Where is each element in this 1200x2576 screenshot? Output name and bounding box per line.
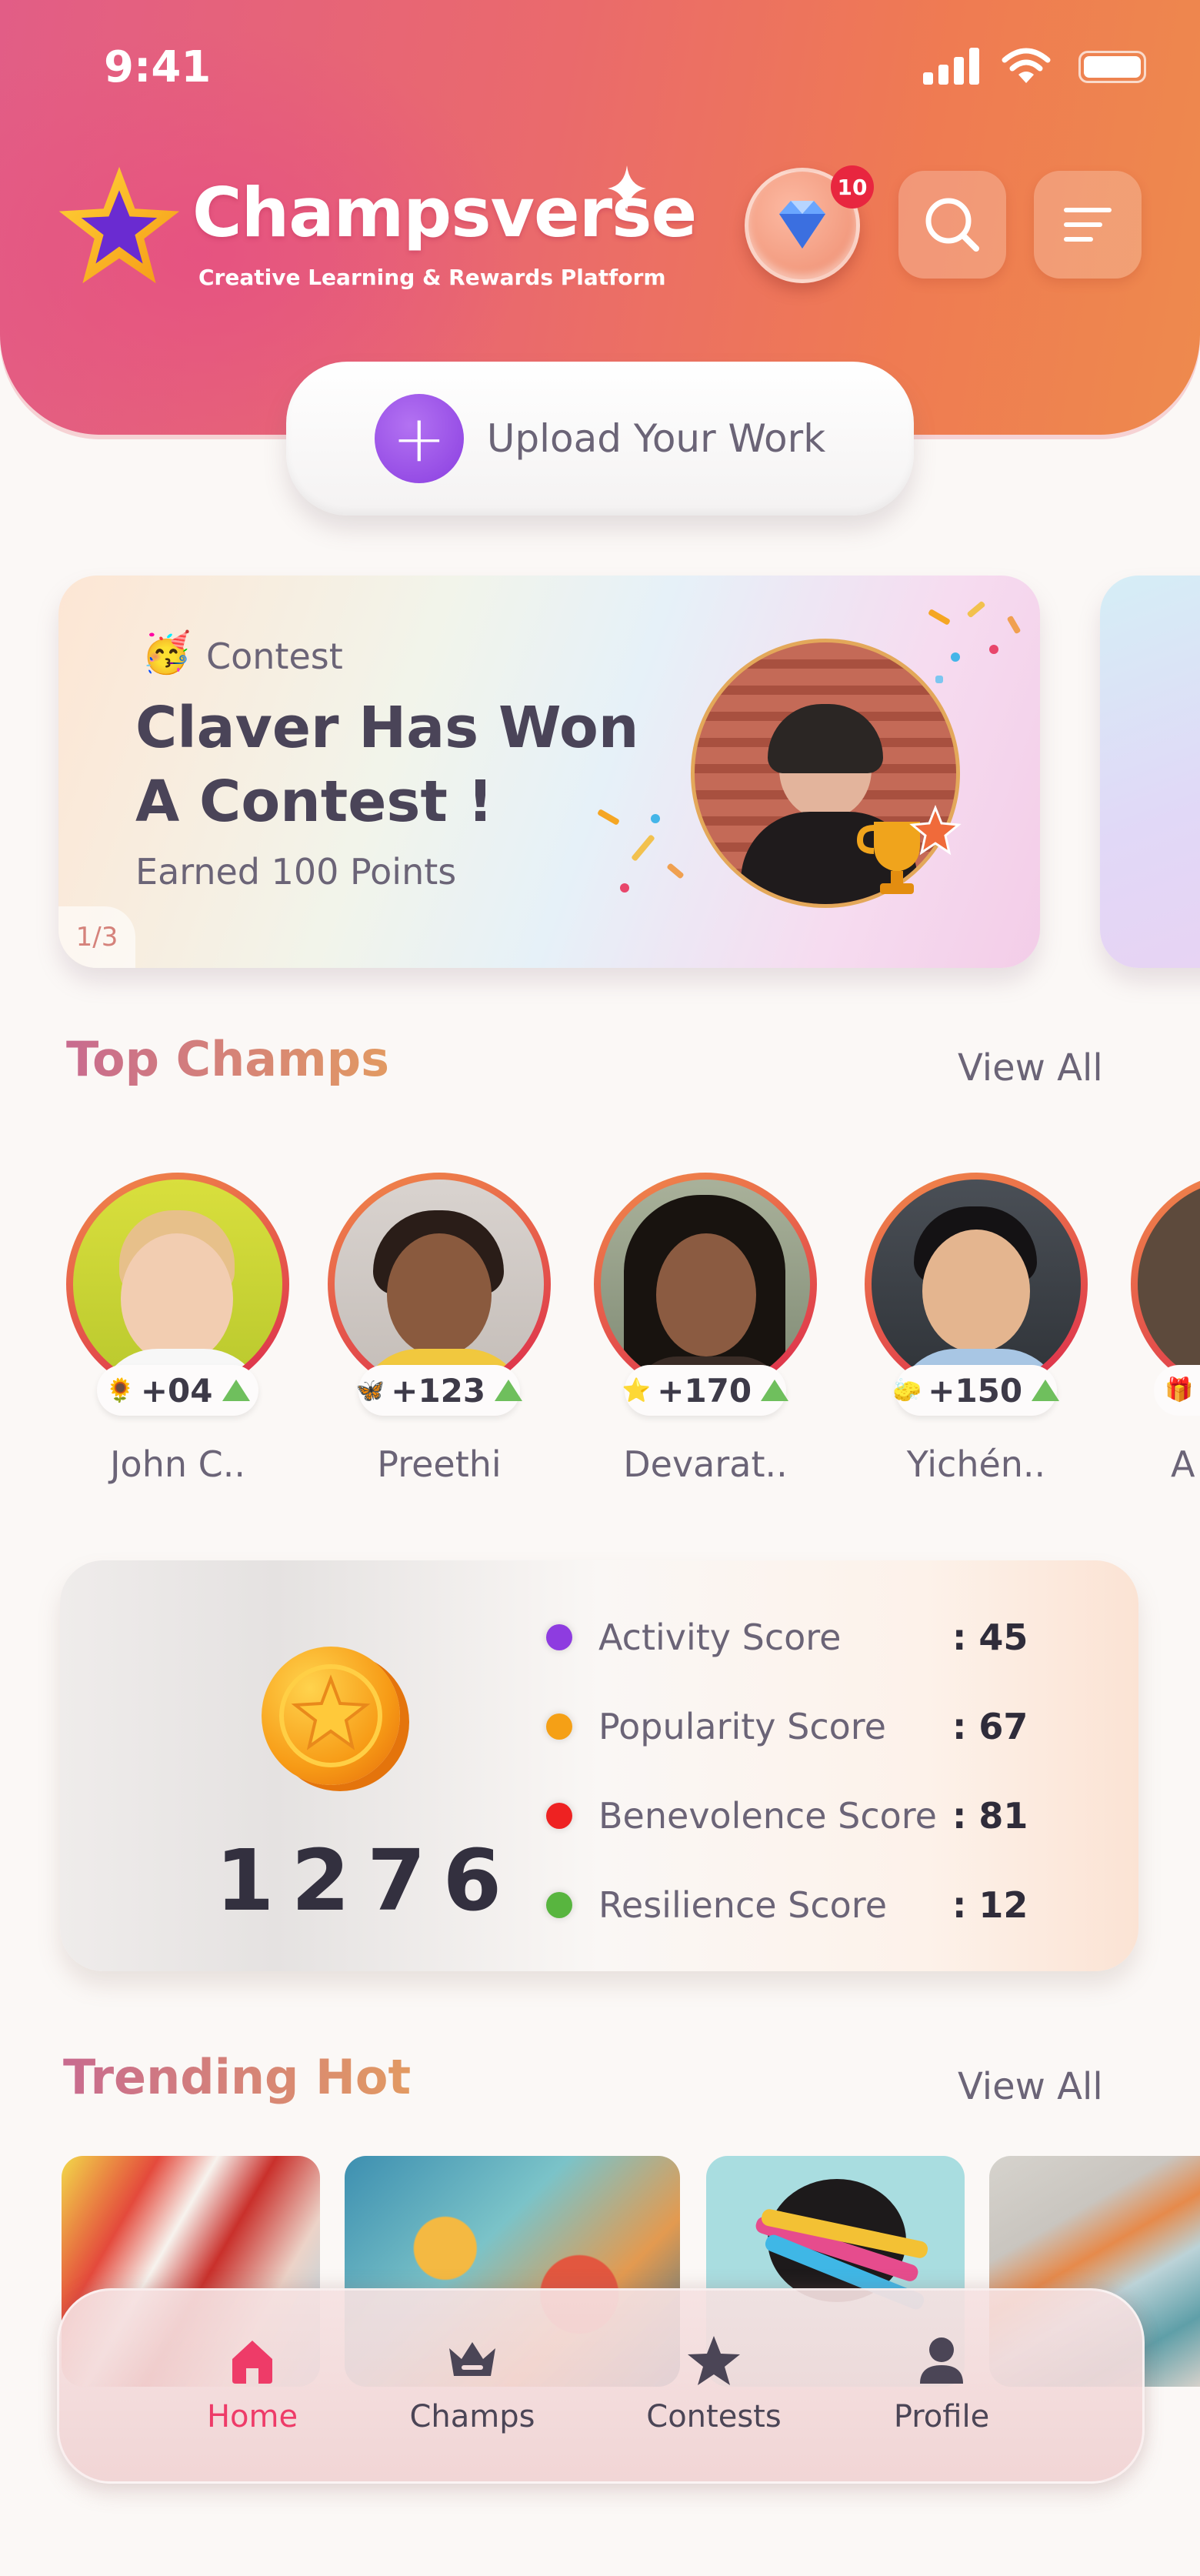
nav-label: Contests [646,2399,782,2434]
contest-tag: Contest [206,636,343,677]
champ-name: A [1171,1443,1195,1485]
champ-points: +123 [391,1371,486,1410]
search-icon [925,198,979,252]
champ-name: Yichén.. [906,1443,1046,1485]
nav-home[interactable]: Home [168,2333,337,2456]
popularity-dot-icon [546,1713,572,1740]
champ-name: Devarat.. [623,1443,788,1485]
menu-button[interactable] [1034,171,1142,279]
trend-up-icon [761,1380,789,1401]
score-row: Activity Score : 45 [546,1607,1085,1668]
upload-work-button[interactable]: + Upload Your Work [286,362,914,516]
champ-points-pill: ⭐ +170 [622,1365,789,1416]
champ-points: +04 [140,1371,213,1410]
champ-card[interactable]: 🎁 A [1131,1173,1200,1496]
sunflower-icon: 🌻 [105,1376,135,1404]
menu-icon [1064,208,1112,242]
champ-avatar [328,1173,551,1396]
contest-card[interactable]: 🥳 Contest Claver Has Won A Contest ! Ear… [58,576,1040,968]
champ-card[interactable]: 🦋 +123 Preethi [328,1173,551,1496]
banner-page-indicator: 1/3 [58,906,135,968]
status-icons [923,48,1146,88]
champ-name: Preethi [377,1443,502,1485]
trend-up-icon [1032,1380,1060,1401]
champ-name: John C.. [109,1443,245,1485]
coin-icon [262,1647,400,1785]
champ-avatar [1131,1173,1200,1396]
champ-points: +150 [928,1371,1023,1410]
score-value: : 81 [952,1795,1028,1837]
score-label: Benevolence Score [598,1795,937,1837]
home-icon [232,2341,272,2384]
score-label: Popularity Score [598,1706,886,1747]
plus-icon: + [374,394,464,483]
champ-avatar [594,1173,817,1396]
star-icon: ⭐ [622,1376,652,1404]
trophy-icon [856,804,962,894]
user-icon [920,2337,963,2384]
nav-contests[interactable]: Contests [629,2333,798,2456]
wifi-icon [1002,48,1051,83]
champ-points-pill: 🧽 +150 [892,1365,1060,1416]
butterfly-icon: 🦋 [355,1376,385,1404]
nav-label: Home [206,2399,298,2434]
confetti-icon [589,799,697,906]
notification-badge: 10 [831,165,874,209]
eraser-icon: 🧽 [892,1376,922,1404]
top-champs-title: Top Champs [66,1031,389,1087]
nav-profile[interactable]: Profile [857,2333,1026,2456]
nav-label: Profile [893,2399,990,2434]
cellular-signal-icon [923,48,985,85]
trending-view-all-link[interactable]: View All [958,2065,1103,2108]
trend-up-icon [495,1380,523,1401]
nav-champs[interactable]: Champs [388,2333,557,2456]
brand-tagline: Creative Learning & Rewards Platform [198,265,666,290]
confetti-icon [920,599,1035,699]
trending-hot-title: Trending Hot [63,2049,412,2105]
nav-label: Champs [409,2399,535,2434]
score-value: : 12 [952,1884,1028,1926]
champ-card[interactable]: 🌻 +04 John C.. [66,1173,289,1496]
score-row: Popularity Score : 67 [546,1696,1085,1757]
contest-card-next[interactable] [1100,576,1200,968]
champ-points: +170 [657,1371,752,1410]
score-label: Activity Score [598,1617,842,1658]
champ-avatar [865,1173,1088,1396]
top-champs-view-all-link[interactable]: View All [958,1046,1103,1089]
champ-points-pill: 🌻 +04 [97,1365,258,1416]
party-face-icon: 🥳 [142,630,192,676]
score-label: Resilience Score [598,1884,888,1926]
sparkle-icon [608,165,646,212]
champ-card[interactable]: ⭐ +170 Devarat.. [594,1173,817,1496]
champ-points-pill: 🦋 +123 [355,1365,523,1416]
gift-icon: 🎁 [1154,1365,1200,1416]
score-row: Benevolence Score : 81 [546,1785,1085,1847]
champsverse-logo-star-icon [58,166,180,284]
trend-up-icon [222,1380,250,1401]
search-button[interactable] [898,171,1006,279]
benevolence-dot-icon [546,1803,572,1829]
score-value: : 67 [952,1706,1028,1747]
status-time: 9:41 [104,42,212,92]
crown-icon [449,2342,495,2376]
total-points: 1276 [215,1831,519,1930]
contest-subtitle: Earned 100 Points [135,851,457,893]
champ-avatar [66,1173,289,1396]
upload-work-label: Upload Your Work [486,416,826,461]
score-row: Resilience Score : 12 [546,1874,1085,1936]
resilience-dot-icon [546,1892,572,1918]
star-icon [688,2336,740,2385]
score-value: : 45 [952,1617,1028,1658]
battery-icon [1078,51,1146,83]
champ-card[interactable]: 🧽 +150 Yichén.. [865,1173,1088,1496]
activity-dot-icon [546,1624,572,1650]
